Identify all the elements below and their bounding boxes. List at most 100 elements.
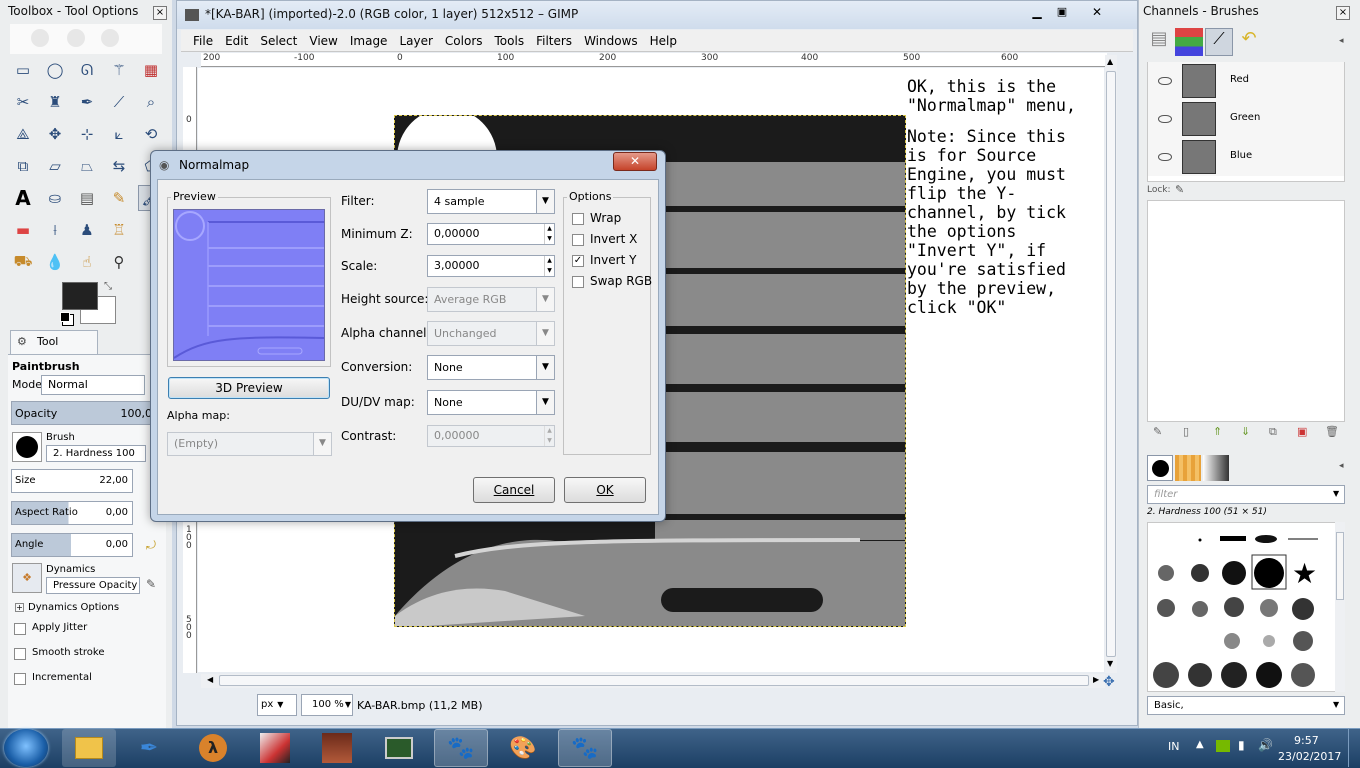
fuzzy-select-tool-icon[interactable]: ⚚ (106, 57, 132, 83)
vertical-scrollbar[interactable]: ▲ ▼ (1105, 55, 1117, 673)
visibility-eye-icon[interactable] (1158, 153, 1172, 161)
wrap-checkbox[interactable] (572, 213, 584, 225)
rotate-tool-icon[interactable]: ⟲ (138, 121, 164, 147)
ellipse-select-tool-icon[interactable]: ◯ (42, 57, 68, 83)
brush-tag-input[interactable]: Basic, (1147, 696, 1345, 715)
clone-tool-icon[interactable]: ♖ (106, 217, 132, 243)
network-tray-icon[interactable]: ▮ (1238, 738, 1245, 752)
measure-tool-icon[interactable]: ⟁ (10, 121, 36, 147)
menu-edit[interactable]: Edit (219, 34, 254, 48)
invert-x-checkbox[interactable] (572, 234, 584, 246)
dynamics-options-expander[interactable]: + Dynamics Options (15, 602, 119, 613)
brush-grid[interactable]: ★ (1147, 522, 1337, 692)
brushes-menu-icon[interactable]: ◂ (1339, 461, 1344, 471)
perspective-tool-icon[interactable]: ⏢ (74, 153, 100, 179)
brush-preview[interactable] (12, 432, 42, 462)
menu-select[interactable]: Select (254, 34, 303, 48)
dudv-map-select[interactable]: None ▼ (427, 390, 555, 415)
game-app-taskbar-icon[interactable] (310, 729, 364, 767)
task-manager-taskbar-icon[interactable] (372, 729, 426, 767)
tray-expand-icon[interactable]: ▲ (1196, 739, 1204, 750)
3d-preview-button[interactable]: 3D Preview (168, 377, 330, 399)
size-slider[interactable]: Size 22,00 (11, 469, 133, 493)
default-colors-icon[interactable] (60, 312, 70, 322)
menu-windows[interactable]: Windows (578, 34, 644, 48)
delete-channel-icon[interactable]: 🗑 (1325, 425, 1339, 438)
swap-colors-icon[interactable]: ⤡ (104, 281, 112, 292)
menu-tools[interactable]: Tools (489, 34, 531, 48)
horizontal-scrollbar[interactable]: ◀ ▶ (201, 674, 1105, 688)
scroll-up-arrow-icon[interactable]: ▲ (1107, 57, 1113, 66)
undo-history-tab-icon[interactable]: ↶ (1235, 28, 1263, 56)
text-tool-icon[interactable]: A (10, 185, 36, 211)
ink-tool-icon[interactable]: ♟ (74, 217, 100, 243)
scroll-down-arrow-icon[interactable]: ▼ (1107, 659, 1113, 668)
dynamics-icon[interactable]: ❖ (12, 563, 42, 593)
blur-tool-icon[interactable]: 💧 (42, 249, 68, 275)
filter-select[interactable]: 4 sample ▼ (427, 189, 555, 214)
layers-tab-icon[interactable]: ▤ (1145, 28, 1173, 56)
brush-tag-dropdown-icon[interactable]: ▼ (1333, 700, 1339, 709)
lower-channel-icon[interactable]: ⇓ (1241, 425, 1250, 438)
tool-options-tab[interactable]: ⚙ Tool Options (10, 330, 98, 370)
angle-slider[interactable]: Angle 0,00 (11, 533, 133, 557)
mode-select[interactable]: Normal (41, 375, 145, 395)
paint-taskbar-icon[interactable]: 🎨 (496, 729, 550, 767)
gimp-taskbar-icon-1[interactable]: 🐾 (434, 729, 488, 767)
smooth-stroke-checkbox[interactable] (14, 648, 26, 660)
cancel-button[interactable]: Cancel (473, 477, 555, 503)
minimize-button[interactable]: ▁ (1025, 5, 1049, 21)
shear-tool-icon[interactable]: ▱ (42, 153, 68, 179)
explorer-taskbar-icon[interactable] (62, 729, 116, 767)
menu-file[interactable]: File (187, 34, 219, 48)
half-life-taskbar-icon[interactable]: λ (186, 729, 240, 767)
brush-scroll-thumb[interactable] (1336, 532, 1344, 600)
brush-filter-dropdown-icon[interactable]: ▼ (1333, 489, 1339, 498)
brush-grid-scrollbar[interactable] (1335, 522, 1345, 692)
scale-spinner[interactable]: 3,00000 ▲ ▼ (427, 255, 555, 277)
bucket-fill-tool-icon[interactable]: ⛀ (42, 185, 68, 211)
free-select-tool-icon[interactable]: ᘏ (74, 57, 100, 83)
apply-jitter-checkbox[interactable] (14, 623, 26, 635)
dodge-burn-tool-icon[interactable]: ⚲ (106, 249, 132, 275)
blend-tool-icon[interactable]: ▤ (74, 185, 100, 211)
color-picker-tool-icon[interactable]: ⟋ (106, 89, 132, 115)
zoom-tool-icon[interactable]: ⌕ (138, 89, 164, 115)
align-tool-icon[interactable]: ⊹ (74, 121, 100, 147)
minimum-z-spin-icon[interactable]: ▲ ▼ (544, 224, 554, 244)
show-desktop-button[interactable] (1348, 729, 1360, 767)
flip-tool-icon[interactable]: ⇆ (106, 153, 132, 179)
scroll-right-arrow-icon[interactable]: ▶ (1093, 675, 1099, 684)
volume-tray-icon[interactable]: 🔊 (1258, 738, 1273, 752)
visibility-eye-icon[interactable] (1158, 115, 1172, 123)
pencil-tool-icon[interactable]: ✎ (106, 185, 132, 211)
vertical-scroll-thumb[interactable] (1106, 71, 1116, 657)
navigate-icon[interactable]: ✥ (1103, 674, 1115, 690)
ok-button[interactable]: OK (564, 477, 646, 503)
dynamics-field[interactable]: Pressure Opacity (46, 577, 140, 594)
gradients-tab-icon[interactable] (1203, 455, 1229, 481)
swap-rgb-checkbox[interactable] (572, 276, 584, 288)
brush-filter-input[interactable]: filter (1147, 485, 1345, 504)
heal-tool-icon[interactable]: ⛟ (10, 249, 36, 275)
channels-tab-icon[interactable] (1175, 28, 1203, 56)
start-button[interactable] (4, 729, 48, 767)
language-indicator[interactable]: IN (1168, 740, 1179, 753)
gimp-taskbar-icon-2[interactable]: 🐾 (558, 729, 612, 767)
clock-time[interactable]: 9:57 (1294, 734, 1319, 747)
clock-date[interactable]: 23/02/2017 (1278, 750, 1341, 763)
reset-angle-icon[interactable]: ⤾ (146, 538, 156, 553)
horizontal-scroll-thumb[interactable] (219, 675, 1089, 686)
move-tool-icon[interactable]: ✥ (42, 121, 68, 147)
anime-app-taskbar-icon[interactable] (248, 729, 302, 767)
menu-filters[interactable]: Filters (530, 34, 578, 48)
dialog-close-button[interactable]: ✕ (613, 152, 657, 171)
edit-channel-icon[interactable]: ✎ (1153, 425, 1162, 438)
menu-layer[interactable]: Layer (393, 34, 438, 48)
new-channel-icon[interactable]: ▯ (1183, 425, 1189, 438)
opacity-slider[interactable]: Opacity 100,0 (11, 401, 157, 425)
patterns-tab-icon[interactable] (1175, 455, 1201, 481)
airbrush-tool-icon[interactable]: ⟊ (42, 217, 68, 243)
dock-close-button[interactable]: × (1336, 6, 1350, 20)
scissors-tool-icon[interactable]: ✂ (10, 89, 36, 115)
